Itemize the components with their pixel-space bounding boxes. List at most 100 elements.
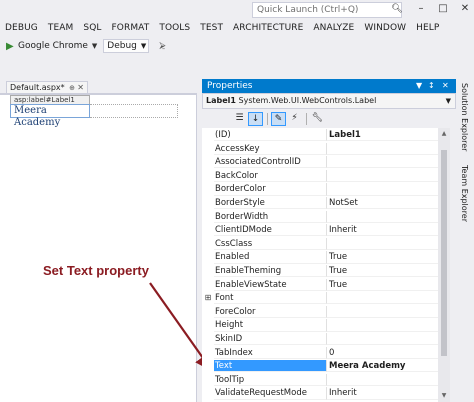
team-explorer-tab[interactable]: Team Explorer	[460, 165, 469, 222]
properties-icon[interactable]: ✎	[271, 112, 286, 126]
property-name: ValidateRequestMode	[214, 387, 327, 400]
property-grid-scrollbar[interactable]: ▲ ▼	[438, 128, 450, 402]
property-value[interactable]	[327, 292, 438, 305]
label-control[interactable]: Meera Academy	[10, 104, 90, 128]
search-icon[interactable]: 🔍︎	[390, 2, 404, 18]
configuration-select[interactable]: Debug ▼	[103, 39, 150, 53]
property-name: ForeColor	[214, 305, 327, 318]
quick-launch-input[interactable]: Quick Launch (Ctrl+Q)	[252, 2, 402, 18]
label-container-outline	[90, 104, 178, 118]
scroll-up-icon[interactable]: ▲	[438, 128, 450, 140]
panel-dropdown-icon[interactable]: ▼	[416, 79, 422, 93]
scroll-down-icon[interactable]: ▼	[438, 390, 450, 402]
menu-team[interactable]: TEAM	[43, 23, 79, 33]
pin-icon[interactable]: ↕	[428, 79, 435, 93]
property-value[interactable]: Meera Academy	[327, 360, 438, 373]
property-value[interactable]	[327, 211, 438, 223]
property-value[interactable]	[327, 374, 438, 386]
run-target-dropdown-icon[interactable]: ▼	[92, 42, 97, 50]
property-row-borderstyle[interactable]: BorderStyle NotSet	[202, 197, 438, 210]
menu-sql[interactable]: SQL	[78, 23, 106, 33]
property-row-tooltip[interactable]: ToolTip	[202, 373, 438, 386]
start-debugging-icon[interactable]: ▶	[6, 41, 18, 52]
property-row-validaterequestmode[interactable]: ValidateRequestMode Inherit	[202, 387, 438, 400]
menu-analyze[interactable]: ANALYZE	[308, 23, 359, 33]
property-value[interactable]: 0	[327, 347, 438, 359]
property-row-borderwidth[interactable]: BorderWidth	[202, 210, 438, 223]
close-icon[interactable]: ✕	[442, 79, 449, 93]
object-selector[interactable]: Label1 System.Web.UI.WebControls.Label ▼	[202, 93, 456, 109]
property-row-id[interactable]: (ID) Label1	[202, 129, 438, 142]
property-value[interactable]: Inherit	[327, 224, 438, 237]
row-gutter	[202, 319, 214, 331]
property-row-tabindex[interactable]: TabIndex 0	[202, 346, 438, 359]
property-name: (ID)	[214, 129, 327, 142]
property-row-font[interactable]: ⊞ Font	[202, 292, 438, 305]
property-row-cssclass[interactable]: CssClass	[202, 237, 438, 250]
solution-explorer-tab[interactable]: Solution Explorer	[460, 83, 469, 151]
property-row-enabled[interactable]: Enabled True	[202, 251, 438, 264]
expand-icon[interactable]: ⊞	[202, 292, 214, 304]
menu-help[interactable]: HELP	[411, 23, 444, 33]
row-gutter	[202, 279, 214, 291]
row-gutter	[202, 143, 214, 155]
row-gutter	[202, 197, 214, 209]
document-tab-label: Default.aspx*	[10, 83, 65, 92]
design-surface[interactable]	[0, 95, 197, 402]
property-value[interactable]	[327, 156, 438, 169]
categorized-icon[interactable]: ☰	[232, 112, 247, 126]
close-icon[interactable]: ✕	[458, 2, 472, 16]
property-value[interactable]	[327, 183, 438, 196]
scrollbar-thumb[interactable]	[441, 150, 447, 356]
property-value[interactable]	[327, 306, 438, 318]
property-row-enableviewstate[interactable]: EnableViewState True	[202, 278, 438, 291]
menu-bar: DEBUG TEAM SQL FORMAT TOOLS TEST ARCHITECTURE A…	[0, 20, 474, 36]
property-value[interactable]	[327, 170, 438, 182]
menu-tools[interactable]: TOOLS	[154, 23, 195, 33]
property-value[interactable]: Inherit	[327, 387, 438, 400]
minimize-icon[interactable]: –	[414, 2, 428, 16]
property-value[interactable]	[327, 143, 438, 155]
property-value[interactable]	[327, 333, 438, 346]
property-name: Enabled	[214, 251, 327, 264]
property-value[interactable]: True	[327, 265, 438, 278]
row-gutter	[202, 156, 214, 168]
property-row-associatedcontrolid[interactable]: AssociatedControlID	[202, 156, 438, 169]
menu-format[interactable]: FORMAT	[107, 23, 155, 33]
menu-window[interactable]: WINDOW	[359, 23, 411, 33]
property-name: BackColor	[214, 169, 327, 182]
property-value[interactable]: Label1	[327, 129, 438, 142]
restore-icon[interactable]: □	[436, 2, 450, 16]
property-row-skinid[interactable]: SkinID	[202, 333, 438, 346]
property-row-height[interactable]: Height	[202, 319, 438, 332]
property-row-clientidmode[interactable]: ClientIDMode Inherit	[202, 224, 438, 237]
row-gutter	[202, 387, 214, 399]
attach-process-icon[interactable]: ⮚︎̱	[159, 41, 165, 51]
run-target-label[interactable]: Google Chrome	[18, 41, 88, 51]
property-row-backcolor[interactable]: BackColor	[202, 169, 438, 182]
menu-test[interactable]: TEST	[195, 23, 228, 33]
property-value[interactable]	[327, 319, 438, 332]
property-name: CssClass	[214, 237, 327, 250]
events-icon[interactable]: ⚡︎	[287, 112, 302, 126]
property-row-enabletheming[interactable]: EnableTheming True	[202, 265, 438, 278]
row-gutter	[202, 265, 214, 277]
property-value[interactable]: True	[327, 251, 438, 264]
property-value[interactable]	[327, 238, 438, 250]
row-gutter	[202, 306, 214, 318]
property-value[interactable]: NotSet	[327, 197, 438, 210]
property-name: Text	[214, 360, 327, 373]
property-row-bordercolor[interactable]: BorderColor	[202, 183, 438, 196]
menu-architecture[interactable]: ARCHITECTURE	[228, 23, 308, 33]
property-row-accesskey[interactable]: AccessKey	[202, 142, 438, 155]
property-row-forecolor[interactable]: ForeColor	[202, 305, 438, 318]
row-gutter	[202, 347, 214, 359]
menu-debug[interactable]: DEBUG	[0, 23, 43, 33]
row-gutter	[202, 374, 214, 386]
property-row-text[interactable]: Text Meera Academy	[202, 360, 438, 373]
property-value[interactable]: True	[327, 279, 438, 291]
alphabetical-icon[interactable]: ↓	[248, 112, 263, 126]
property-pages-icon[interactable]: 🔧︎	[310, 112, 325, 126]
toolbar-separator	[306, 113, 307, 125]
property-name: EnableViewState	[214, 278, 327, 291]
